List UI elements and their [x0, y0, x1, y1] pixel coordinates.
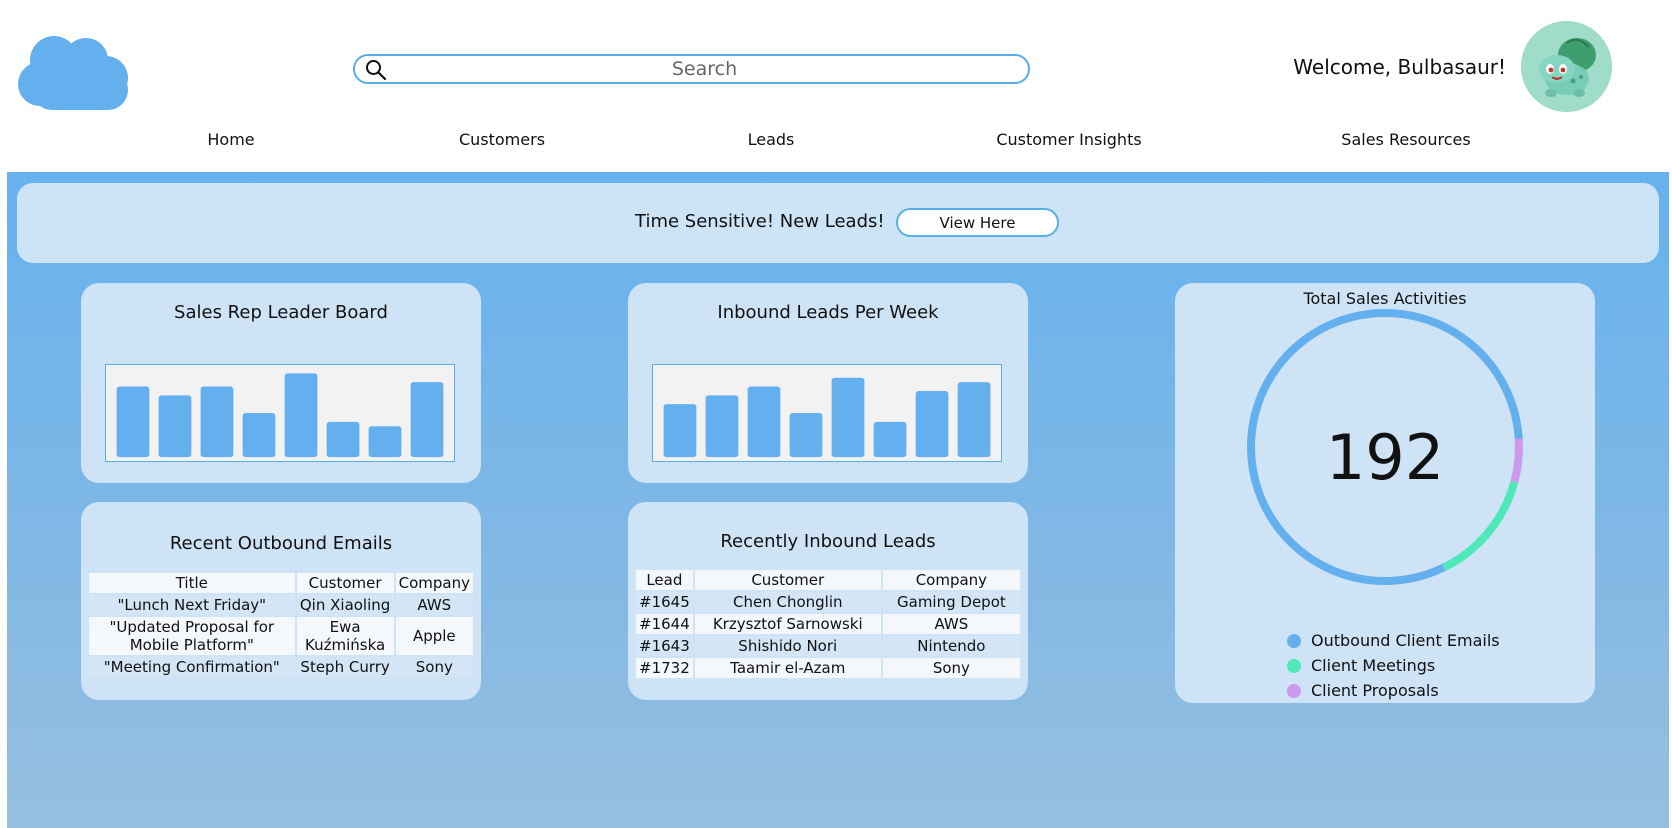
donut-legend: Outbound Client Emails Client Meetings C…	[1287, 628, 1500, 703]
inbound-leads-chart-card: Inbound Leads Per Week	[628, 283, 1028, 483]
inbound-leads-chart	[652, 364, 1002, 462]
table-row[interactable]: #1643 Shishido Nori Nintendo	[636, 636, 1020, 656]
table-cell: Chen Chonglin	[694, 592, 881, 612]
legend-item-meetings: Client Meetings	[1287, 653, 1500, 678]
table-cell: Ewa Kuźmińska	[296, 617, 394, 655]
chart-bar	[200, 386, 234, 458]
table-cell: "Meeting Confirmation"	[89, 657, 295, 677]
table-cell: Steph Curry	[296, 657, 394, 677]
chart-bar	[368, 426, 402, 458]
chart-bar	[957, 382, 991, 458]
legend-dot-meetings	[1287, 658, 1301, 673]
chart-bar	[663, 404, 697, 458]
table-row[interactable]: "Meeting Confirmation" Steph Curry Sony	[89, 657, 473, 677]
table-header-row: Title Customer Company	[89, 573, 473, 593]
new-leads-banner: Time Sensitive! New Leads! View Here	[17, 183, 1659, 263]
table-row[interactable]: #1645 Chen Chonglin Gaming Depot	[636, 592, 1020, 612]
column-header: Company	[395, 573, 473, 593]
main-nav: Home Customers Leads Customer Insights S…	[0, 130, 1672, 156]
outbound-emails-table: Title Customer Company "Lunch Next Frida…	[87, 571, 475, 679]
table-cell: "Lunch Next Friday"	[89, 595, 295, 615]
table-header-row: Lead Customer Company	[636, 570, 1020, 590]
table-cell: AWS	[882, 614, 1020, 634]
chart-bar	[831, 377, 865, 458]
inbound-leads-card: Recently Inbound Leads Lead Customer Com…	[628, 502, 1028, 700]
column-header: Title	[89, 573, 295, 593]
table-cell: Shishido Nori	[694, 636, 881, 656]
table-cell: Sony	[395, 657, 473, 677]
nav-customer-insights[interactable]: Customer Insights	[996, 130, 1141, 149]
user-avatar[interactable]	[1521, 21, 1612, 112]
sales-activities-total: 192	[1325, 421, 1445, 494]
nav-sales-resources[interactable]: Sales Resources	[1341, 130, 1470, 149]
legend-dot-emails	[1287, 633, 1301, 648]
legend-item-proposals: Client Proposals	[1287, 678, 1500, 703]
column-header: Company	[882, 570, 1020, 590]
table-cell: #1732	[636, 658, 693, 678]
table-cell: Sony	[882, 658, 1020, 678]
chart-bar	[873, 421, 907, 458]
table-cell: #1643	[636, 636, 693, 656]
table-cell: Qin Xiaoling	[296, 595, 394, 615]
inbound-leads-table: Lead Customer Company #1645 Chen Chongli…	[634, 568, 1022, 680]
inbound-chart-title: Inbound Leads Per Week	[717, 302, 939, 323]
chart-bar	[705, 395, 739, 458]
search-bar[interactable]	[353, 54, 1030, 84]
table-cell: Krzysztof Sarnowski	[694, 614, 881, 634]
chart-bar	[116, 386, 150, 458]
chart-bar	[242, 413, 276, 458]
outbound-emails-title: Recent Outbound Emails	[169, 533, 393, 554]
outbound-emails-card: Recent Outbound Emails Title Customer Co…	[81, 502, 481, 700]
table-cell: #1645	[636, 592, 693, 612]
table-cell: Apple	[395, 617, 473, 655]
table-row[interactable]: "Updated Proposal for Mobile Platform" E…	[89, 617, 473, 655]
chart-bar	[747, 386, 781, 458]
view-here-button[interactable]: View Here	[896, 208, 1059, 237]
table-cell: "Updated Proposal for Mobile Platform"	[89, 617, 295, 655]
legend-dot-proposals	[1287, 683, 1301, 698]
table-cell: AWS	[395, 595, 473, 615]
banner-message: Time Sensitive! New Leads!	[635, 211, 885, 232]
sales-activities-card: Total Sales Activities 192 Outbound Clie…	[1175, 283, 1595, 703]
table-cell: Taamir el-Azam	[694, 658, 881, 678]
chart-bar	[410, 382, 444, 458]
chart-bar	[915, 390, 949, 458]
nav-leads[interactable]: Leads	[748, 130, 795, 149]
table-row[interactable]: "Lunch Next Friday" Qin Xiaoling AWS	[89, 595, 473, 615]
table-cell: Gaming Depot	[882, 592, 1020, 612]
table-row[interactable]: #1732 Taamir el-Azam Sony	[636, 658, 1020, 678]
legend-label-meetings: Client Meetings	[1311, 656, 1436, 675]
column-header: Customer	[694, 570, 881, 590]
table-cell: #1644	[636, 614, 693, 634]
nav-customers[interactable]: Customers	[459, 130, 545, 149]
inbound-leads-title: Recently Inbound Leads	[720, 531, 936, 552]
column-header: Customer	[296, 573, 394, 593]
welcome-message: Welcome, Bulbasaur!	[1293, 55, 1506, 79]
leaderboard-card: Sales Rep Leader Board	[81, 283, 481, 483]
legend-label-proposals: Client Proposals	[1311, 681, 1439, 700]
table-cell: Nintendo	[882, 636, 1020, 656]
table-row[interactable]: #1644 Krzysztof Sarnowski AWS	[636, 614, 1020, 634]
leaderboard-chart	[105, 364, 455, 462]
search-icon[interactable]	[365, 59, 387, 81]
search-input[interactable]	[391, 57, 1018, 81]
chart-bar	[326, 421, 360, 458]
leaderboard-title: Sales Rep Leader Board	[174, 302, 388, 323]
chart-bar	[284, 373, 318, 458]
chart-bar	[158, 395, 192, 458]
chart-bar	[789, 413, 823, 458]
nav-home[interactable]: Home	[207, 130, 254, 149]
dashboard-main: Time Sensitive! New Leads! View Here Sal…	[7, 172, 1669, 828]
legend-item-emails: Outbound Client Emails	[1287, 628, 1500, 653]
donut-segment	[1442, 480, 1519, 571]
legend-label-emails: Outbound Client Emails	[1311, 631, 1500, 650]
cloud-logo-icon[interactable]	[16, 30, 130, 110]
column-header: Lead	[636, 570, 693, 590]
